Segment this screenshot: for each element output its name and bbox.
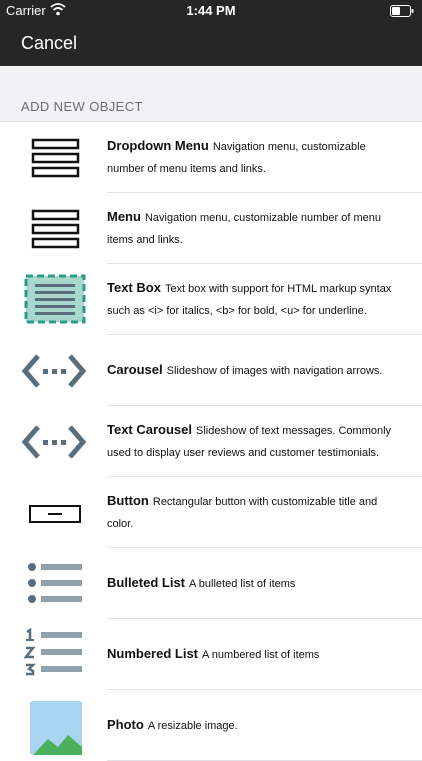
object-description: Navigation menu, customizable number of …	[107, 212, 381, 246]
object-text: Bulleted List A bulleted list of items	[107, 548, 404, 619]
object-name: Dropdown Menu	[107, 138, 209, 153]
object-description: A numbered list of items	[202, 649, 320, 661]
object-name: Numbered List	[107, 646, 199, 661]
object-text: Button Rectangular button with customizab…	[107, 477, 404, 548]
object-description: Slideshow of images with navigation arro…	[166, 365, 383, 377]
object-name: Carousel	[107, 362, 163, 377]
object-row-menu[interactable]: Menu Navigation menu, customizable number…	[0, 193, 422, 264]
object-text: Menu Navigation menu, customizable number…	[107, 193, 404, 264]
object-name: Text Box	[107, 280, 161, 295]
status-bar: Carrier 1:44 PM	[0, 0, 422, 22]
section-title: ADD NEW OBJECT	[21, 99, 143, 114]
object-name: Text Carousel	[107, 422, 193, 437]
navigation-bar: Carrier 1:44 PM Cancel	[0, 0, 422, 66]
object-name: Button	[107, 493, 149, 508]
object-row-numbered-list[interactable]: Numbered List A numbered list of items	[0, 619, 422, 690]
object-row-carousel[interactable]: Carousel Slideshow of images with navigat…	[0, 335, 422, 406]
object-description: A resizable image.	[147, 720, 238, 732]
text-carousel-icon	[21, 425, 87, 459]
object-row-text-box[interactable]: Text Box Text box with support for HTML m…	[0, 264, 422, 335]
object-text: Text Box Text box with support for HTML m…	[107, 264, 404, 335]
object-list: Dropdown Menu Navigation menu, customizab…	[0, 122, 422, 761]
dropdown-menu-icon	[31, 138, 80, 178]
object-name: Photo	[107, 717, 144, 732]
object-name: Menu	[107, 209, 141, 224]
cancel-button[interactable]: Cancel	[21, 33, 77, 54]
object-row-bulleted-list[interactable]: Bulleted List A bulleted list of items	[0, 548, 422, 619]
battery-icon	[390, 5, 414, 17]
object-row-text-carousel[interactable]: Text Carousel Slideshow of text messages.…	[0, 406, 422, 477]
object-row-photo[interactable]: Photo A resizable image.	[0, 690, 422, 761]
object-text: Photo A resizable image.	[107, 690, 404, 761]
object-description: A bulleted list of items	[189, 578, 296, 590]
object-name: Bulleted List	[107, 575, 186, 590]
section-header: ADD NEW OBJECT	[0, 66, 422, 122]
object-text: Carousel Slideshow of images with navigat…	[107, 335, 404, 406]
object-text: Text Carousel Slideshow of text messages.…	[107, 406, 404, 477]
object-text: Numbered List A numbered list of items	[107, 619, 404, 690]
carousel-icon	[21, 354, 87, 388]
text-box-icon	[24, 274, 86, 324]
button-icon	[29, 505, 81, 523]
numbered-list-icon	[23, 627, 82, 676]
menu-icon	[31, 209, 80, 249]
photo-icon	[30, 701, 82, 755]
object-row-button[interactable]: Button Rectangular button with customizab…	[0, 477, 422, 548]
object-row-dropdown-menu[interactable]: Dropdown Menu Navigation menu, customizab…	[0, 122, 422, 193]
object-text: Dropdown Menu Navigation menu, customizab…	[107, 122, 404, 193]
clock: 1:44 PM	[186, 3, 236, 18]
bulleted-list-icon	[28, 563, 82, 603]
